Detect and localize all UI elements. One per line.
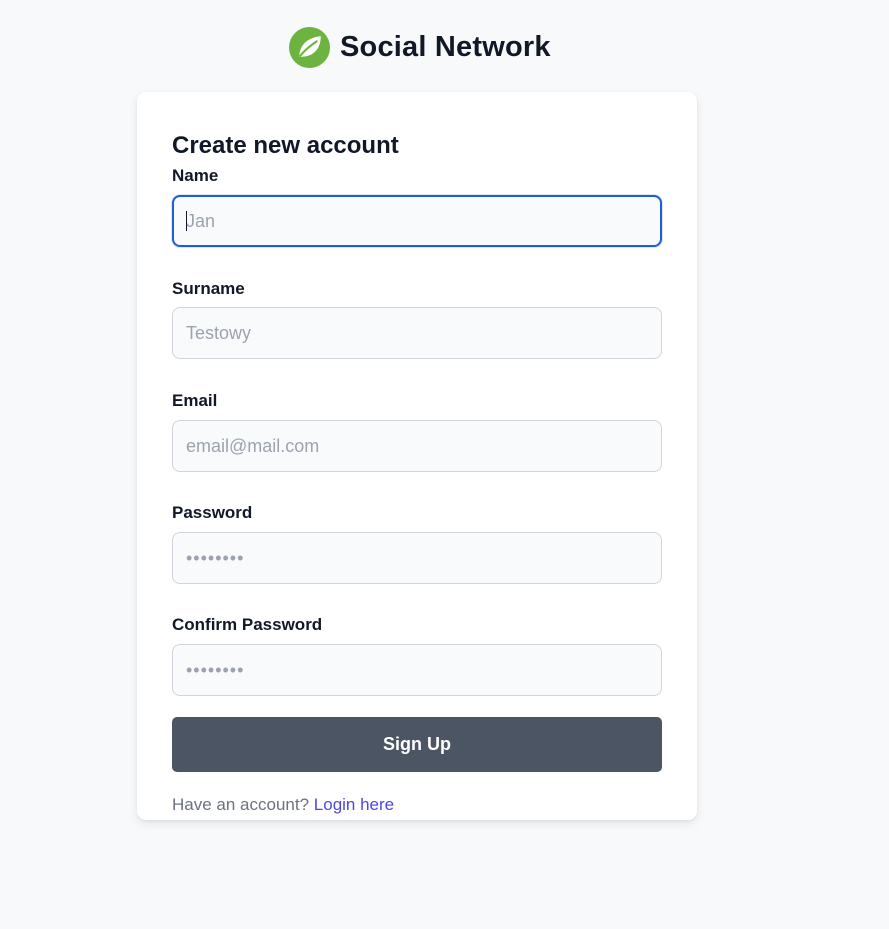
- form-title: Create new account: [172, 132, 399, 159]
- login-prompt-text: Have an account?: [172, 795, 310, 814]
- surname-input[interactable]: [172, 307, 662, 359]
- signup-card: Create new account Name Surname Email Pa…: [137, 92, 697, 820]
- leaf-icon: [289, 26, 330, 68]
- signup-form: Create new account Name Surname Email Pa…: [172, 130, 662, 816]
- email-label: Email: [172, 391, 218, 410]
- password-input[interactable]: [172, 532, 662, 584]
- name-input[interactable]: [172, 195, 662, 247]
- surname-label: Surname: [172, 279, 245, 298]
- sign-up-button[interactable]: Sign Up: [172, 717, 662, 772]
- email-input[interactable]: [172, 420, 662, 472]
- confirm-password-field-group: Confirm Password: [172, 614, 662, 696]
- confirm-password-label: Confirm Password: [172, 615, 323, 634]
- password-label: Password: [172, 503, 253, 522]
- login-prompt: Have an account? Login here: [172, 794, 662, 816]
- brand-header: Social Network: [289, 26, 551, 68]
- text-caret: [186, 211, 187, 231]
- login-link[interactable]: Login here: [314, 795, 394, 814]
- name-label: Name: [172, 166, 219, 185]
- email-field-group: Email: [172, 390, 662, 472]
- brand-name: Social Network: [340, 30, 551, 63]
- surname-field-group: Surname: [172, 278, 662, 359]
- password-field-group: Password: [172, 502, 662, 584]
- name-field-group: Name: [172, 165, 662, 247]
- confirm-password-input[interactable]: [172, 644, 662, 696]
